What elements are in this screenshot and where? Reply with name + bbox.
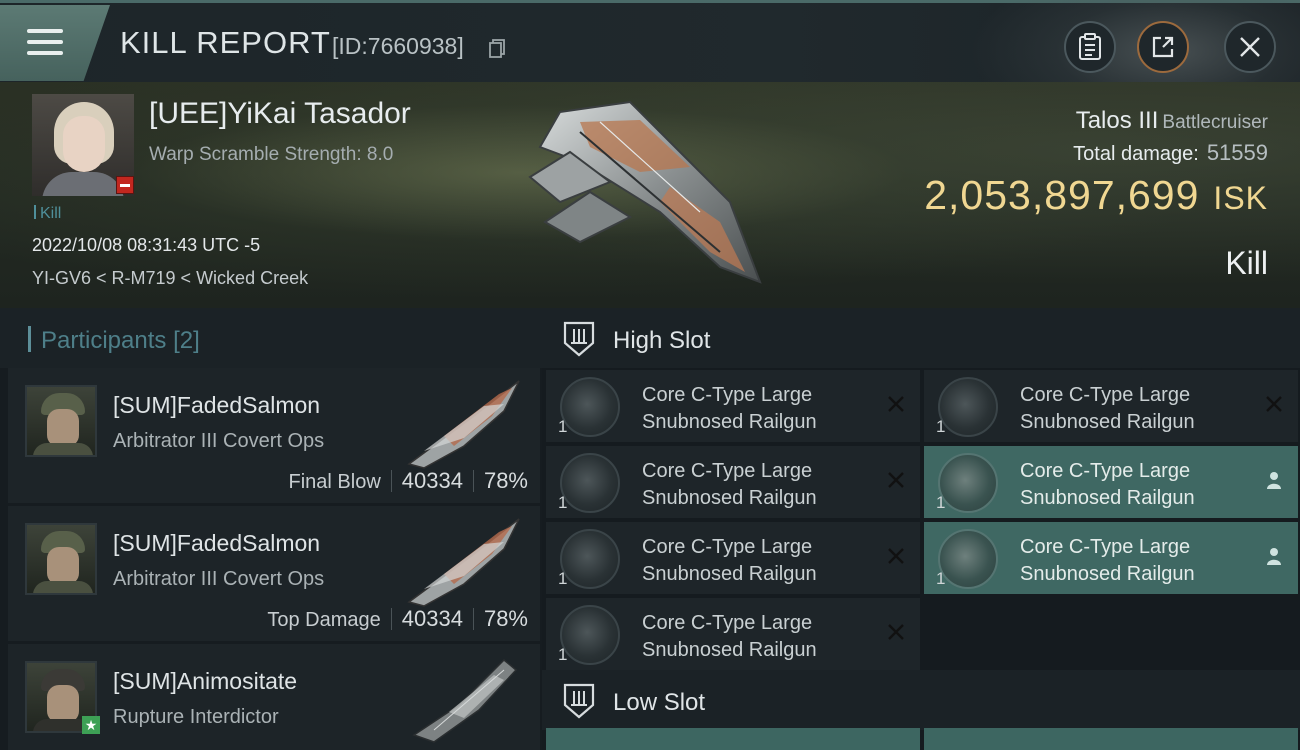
participant-percent: 78%	[483, 468, 528, 493]
avatar[interactable]	[25, 385, 97, 457]
page-title: KILL REPORT	[120, 25, 331, 60]
participant-role: Top Damage	[267, 609, 381, 631]
menu-button[interactable]	[0, 5, 110, 81]
menu-icon	[27, 29, 63, 57]
module-qty: 1	[936, 417, 946, 436]
module-name: Core C-Type Large Snubnosed Railgun	[642, 536, 817, 585]
isk-value: 2,053,897,699 ISK	[924, 172, 1268, 218]
module-qty: 1	[936, 493, 946, 512]
dropped-person-icon	[1264, 470, 1284, 490]
victim-name[interactable]: [UEE]YiKai Tasador	[149, 97, 411, 131]
clipboard-icon	[1079, 33, 1101, 60]
security-minus-icon	[116, 176, 134, 194]
module-item[interactable]: 1 Core C-Type Large Snubnosed Railgun	[546, 522, 920, 594]
module-name: Core C-Type Large Snubnosed Railgun	[642, 460, 817, 509]
participant-ship: Arbitrator III Covert Ops	[113, 430, 325, 452]
destroyed-x-icon	[1264, 394, 1284, 414]
participant-name: [SUM]FadedSalmon	[113, 530, 321, 556]
low-slot-icon	[563, 683, 595, 719]
star-icon: ★	[82, 716, 100, 734]
low-slot-header[interactable]: Low Slot	[542, 670, 1300, 730]
total-damage: Total damage: 51559	[1073, 140, 1268, 166]
high-slot-header[interactable]: High Slot	[542, 308, 1300, 368]
victim-ship-class: Battlecruiser	[1162, 112, 1268, 133]
participant-ship: Arbitrator III Covert Ops	[113, 568, 325, 590]
railgun-icon	[560, 377, 620, 437]
module-name: Core C-Type Large Snubnosed Railgun	[1020, 536, 1195, 585]
module-name: Core C-Type Large Snubnosed Railgun	[642, 384, 817, 433]
module-item[interactable]: 1 Core C-Type Large Snubnosed Railgun	[546, 370, 920, 442]
victim-ship-name[interactable]: Talos III Battlecruiser	[1076, 107, 1268, 135]
close-button[interactable]	[1224, 21, 1276, 73]
module-qty: 1	[936, 569, 946, 588]
share-icon	[1152, 36, 1174, 58]
high-slot-label: High Slot	[613, 327, 711, 354]
fittings-panel: High Slot 1 Core C-Type Large Snubnosed R…	[542, 308, 1300, 750]
module-name: Core C-Type Large Snubnosed Railgun	[1020, 384, 1195, 433]
module-qty: 1	[558, 569, 568, 588]
module-qty: 1	[558, 645, 568, 664]
railgun-icon	[938, 529, 998, 589]
kill-location[interactable]: YI-GV6 < R-M719 < Wicked Creek	[32, 268, 308, 289]
participant-damage: 40334	[401, 468, 463, 493]
participant-ship-image	[407, 518, 520, 607]
warp-scramble-strength: Warp Scramble Strength: 8.0	[149, 144, 394, 165]
destroyed-x-icon	[886, 546, 906, 566]
participant-ship-image	[412, 658, 518, 743]
module-name: Core C-Type Large Snubnosed Railgun	[642, 612, 817, 661]
clipboard-button[interactable]	[1064, 21, 1116, 73]
kill-tag: Kill	[34, 205, 61, 223]
copy-icon[interactable]	[489, 39, 506, 58]
avatar[interactable]	[25, 523, 97, 595]
participant-damage: 40334	[401, 606, 463, 631]
low-slot-module-partial[interactable]	[924, 728, 1298, 750]
participants-header: Participants [2]	[0, 308, 542, 368]
module-item[interactable]: 1 Core C-Type Large Snubnosed Railgun	[546, 598, 920, 670]
module-item[interactable]: 1 Core C-Type Large Snubnosed Railgun	[924, 370, 1298, 442]
share-button[interactable]	[1137, 21, 1189, 73]
low-slot-label: Low Slot	[613, 689, 706, 716]
victim-ship-image[interactable]	[520, 92, 770, 297]
destroyed-x-icon	[886, 470, 906, 490]
participant-row[interactable]: [SUM]FadedSalmon Arbitrator III Covert O…	[8, 506, 540, 641]
high-slot-icon	[563, 321, 595, 357]
module-name: Core C-Type Large Snubnosed Railgun	[1020, 460, 1195, 509]
module-qty: 1	[558, 417, 568, 436]
total-damage-value: 51559	[1206, 140, 1268, 165]
top-bar: KILL REPORT [ID:7660938]	[0, 0, 1300, 123]
participant-ship-image	[407, 380, 520, 469]
railgun-icon	[560, 453, 620, 513]
total-damage-label: Total damage:	[1073, 143, 1199, 165]
close-icon	[1240, 37, 1260, 57]
participant-row[interactable]: [SUM]FadedSalmon Arbitrator III Covert O…	[8, 368, 540, 503]
isk-unit: ISK	[1213, 180, 1268, 216]
module-item[interactable]: 1 Core C-Type Large Snubnosed Railgun	[546, 446, 920, 518]
module-item[interactable]: 1 Core C-Type Large Snubnosed Railgun	[924, 522, 1298, 594]
kill-result: Kill	[1225, 245, 1268, 281]
report-id: [ID:7660938]	[332, 33, 464, 59]
participant-stats: Top Damage 40334 78%	[267, 606, 528, 632]
participant-stats: Final Blow 40334 78%	[289, 468, 529, 494]
low-slot-module-partial[interactable]	[546, 728, 920, 750]
module-qty: 1	[558, 493, 568, 512]
railgun-icon	[938, 453, 998, 513]
destroyed-x-icon	[886, 394, 906, 414]
participant-role: Final Blow	[288, 471, 381, 493]
participant-name: [SUM]FadedSalmon	[113, 392, 321, 418]
kill-datetime: 2022/10/08 08:31:43 UTC -5	[32, 235, 261, 255]
railgun-icon	[560, 605, 620, 665]
railgun-icon	[938, 377, 998, 437]
dropped-person-icon	[1264, 546, 1284, 566]
participant-row[interactable]: ★ [SUM]Animositate Rupture Interdictor	[8, 644, 540, 750]
destroyed-x-icon	[886, 622, 906, 642]
participant-percent: 78%	[483, 606, 528, 631]
railgun-icon	[560, 529, 620, 589]
module-item[interactable]: 1 Core C-Type Large Snubnosed Railgun	[924, 446, 1298, 518]
participants-panel: Participants [2] [SUM]FadedSalmon Arbitr…	[0, 308, 542, 750]
participants-title[interactable]: Participants [2]	[28, 326, 200, 355]
participants-count: [2]	[173, 327, 200, 354]
participant-ship: Rupture Interdictor	[113, 706, 279, 728]
participant-name: [SUM]Animositate	[113, 668, 298, 694]
